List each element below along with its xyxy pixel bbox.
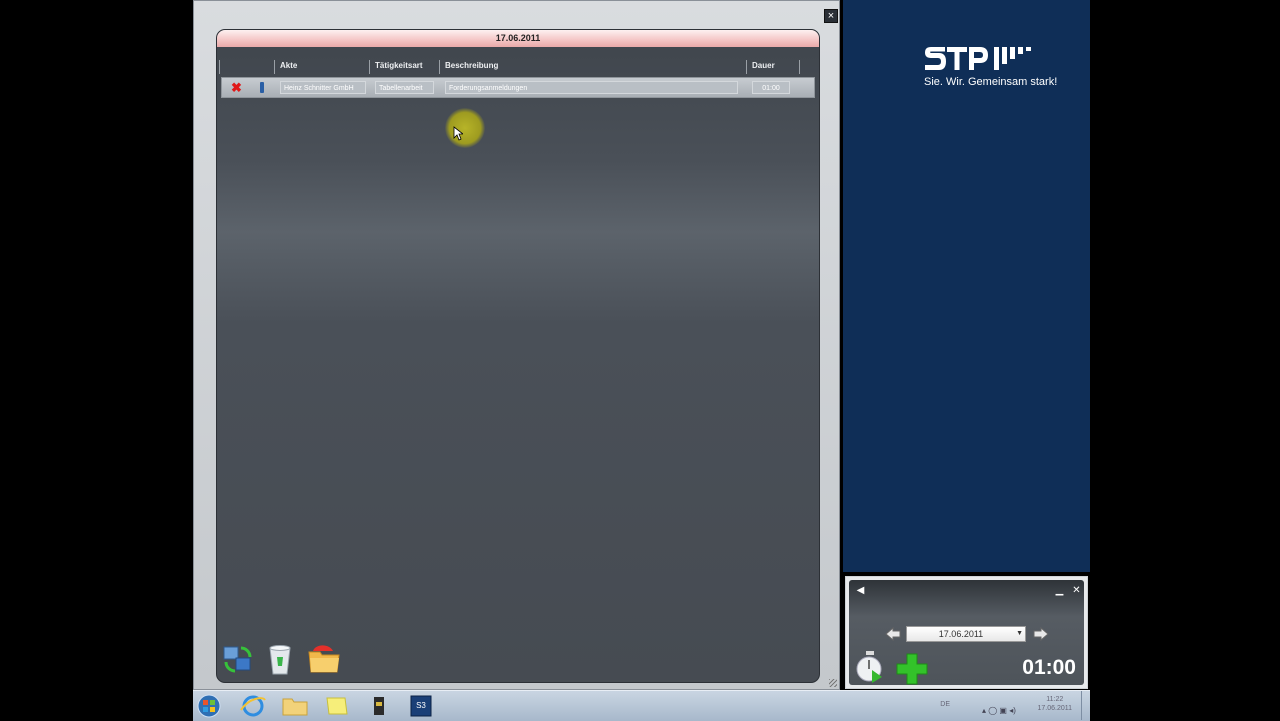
resize-grip[interactable] (829, 679, 837, 687)
stopwatch-icon[interactable] (853, 650, 887, 684)
next-day-icon[interactable] (1033, 627, 1049, 641)
show-desktop-button[interactable] (1081, 691, 1090, 720)
delete-icon[interactable]: ✖ (231, 81, 242, 94)
timer-panel: ◀ ▁ ✕ 17.06.2011 ▼ 01:00 (849, 580, 1084, 685)
brand-slogan: Sie. Wir. Gemeinsam stark! (924, 76, 1058, 88)
language-indicator[interactable]: DE (940, 701, 950, 708)
stp-logo (925, 47, 1031, 70)
start-button-icon[interactable] (193, 694, 229, 718)
date-value: 17.06.2011 (938, 629, 984, 639)
explorer-folder-icon[interactable] (277, 694, 313, 718)
internet-explorer-icon[interactable] (235, 694, 271, 718)
brand-panel: Sie. Wir. Gemeinsam stark! (843, 0, 1090, 572)
notes-app-icon[interactable] (319, 694, 355, 718)
taetigkeitsart-field[interactable]: Tabellenarbeit (375, 81, 434, 94)
column-divider (274, 60, 275, 74)
stp-timer-app-icon[interactable]: S3 (403, 694, 439, 718)
column-header-taetigkeitsart[interactable]: Tätigkeitsart (375, 61, 423, 70)
tray-icons[interactable]: ▴ ◯ ▣ ◂) (982, 700, 1032, 715)
collapse-icon[interactable]: ◀ (855, 585, 866, 596)
minimize-icon[interactable]: ▁ (1054, 585, 1065, 596)
add-icon[interactable] (895, 652, 929, 686)
column-divider (439, 60, 440, 74)
svg-text:S3: S3 (416, 701, 426, 710)
dauer-field[interactable]: 01:00 (752, 81, 790, 94)
date-header: 17.06.2011 (217, 30, 819, 47)
folder-icon[interactable] (307, 642, 341, 676)
table-row[interactable]: ✖ Heinz Schnitter GmbH Tabellenarbeit Fo… (221, 77, 815, 98)
close-icon[interactable]: ✕ (1071, 585, 1082, 596)
timer-widget: ◀ ▁ ✕ 17.06.2011 ▼ 01:00 (845, 576, 1088, 689)
toolbox-app-icon[interactable] (361, 694, 397, 718)
system-clock[interactable]: 11:22 17.06.2011 (1037, 695, 1072, 713)
column-header-beschreibung[interactable]: Beschreibung (445, 61, 498, 70)
entries-panel: 17.06.2011 Akte Tätigkeitsart Beschreibu… (216, 29, 820, 683)
column-header-dauer[interactable]: Dauer (752, 61, 775, 70)
column-divider (369, 60, 370, 74)
clock-date: 17.06.2011 (1037, 705, 1072, 712)
close-window-button[interactable]: × (824, 9, 838, 23)
sync-icon[interactable] (221, 642, 255, 676)
column-divider (799, 60, 800, 74)
clock-time: 11:22 (1046, 696, 1064, 703)
column-header-akte[interactable]: Akte (280, 61, 297, 70)
column-divider (219, 60, 220, 74)
main-window: × 17.06.2011 Akte Tätigkeitsart Beschrei… (193, 0, 840, 690)
previous-day-icon[interactable] (885, 627, 901, 641)
taskbar: S3 DE ▴ ◯ ▣ ◂) 11:22 17.06.2011 (193, 690, 1090, 721)
column-divider (746, 60, 747, 74)
date-picker[interactable]: 17.06.2011 ▼ (906, 626, 1026, 642)
mouse-pointer-icon (453, 126, 463, 141)
network-icon[interactable]: ▴ ◯ ▣ ◂) (982, 706, 1016, 715)
cursor-highlight (445, 108, 485, 148)
trash-icon[interactable] (263, 642, 297, 676)
edit-icon[interactable] (260, 82, 264, 93)
akte-field[interactable]: Heinz Schnitter GmbH (280, 81, 366, 94)
timer-display: 01:00 (1022, 656, 1076, 679)
beschreibung-field[interactable]: Forderungsanmeldungen (445, 81, 738, 94)
chevron-down-icon[interactable]: ▼ (1016, 627, 1023, 641)
